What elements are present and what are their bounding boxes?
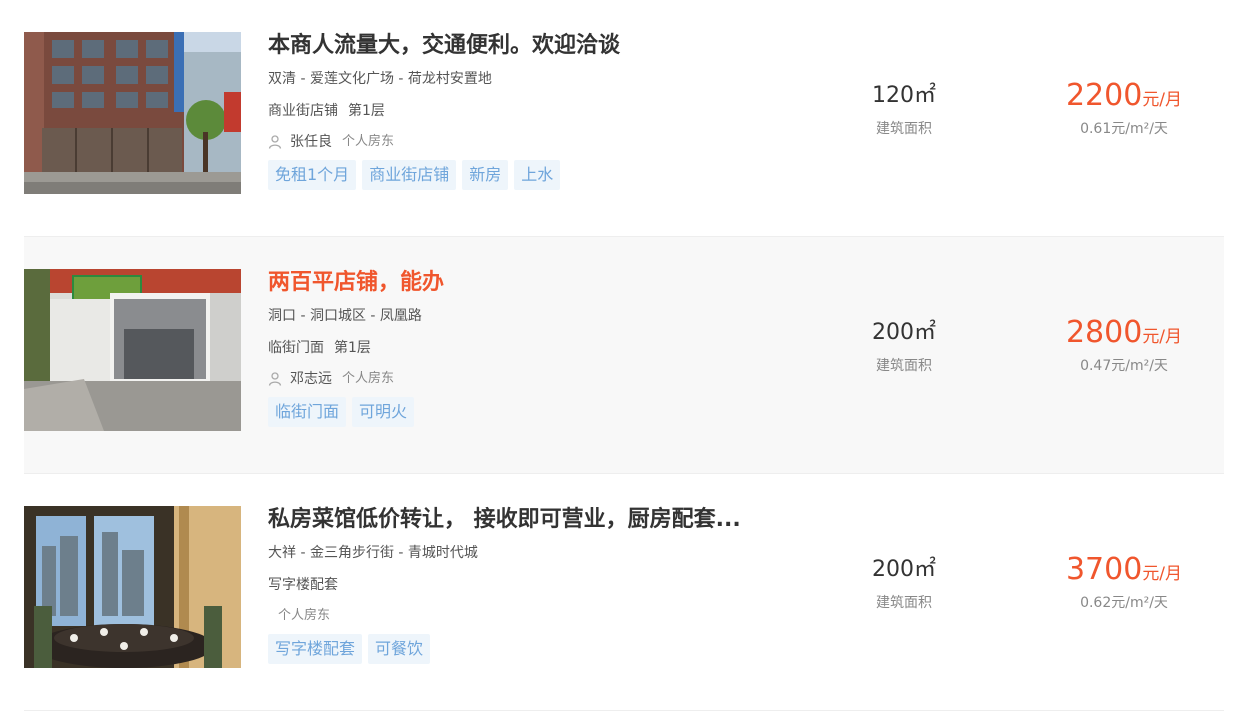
price-amount: 2800 <box>1065 315 1143 350</box>
area-value: 200㎡ <box>872 320 936 345</box>
area-value: 120㎡ <box>872 83 936 108</box>
tag: 免租1个月 <box>268 160 357 190</box>
listing-photo-storefront[interactable] <box>24 269 241 431</box>
listing-address[interactable]: 大祥 - 金三角步行街 - 青城时代城 <box>268 543 828 563</box>
listing-item[interactable]: 两百平店铺，能办 洞口 - 洞口城区 - 凤凰路 临街门面 第1层 邓志远 个人房… <box>24 237 1224 474</box>
price-amount: 3700 <box>1065 552 1143 587</box>
area-block: 200㎡ 建筑面积 <box>844 319 964 375</box>
listing-owner: 张任良 个人房东 <box>268 132 828 152</box>
listing-item[interactable]: 本商人流量大，交通便利。欢迎洽谈 双清 - 爱莲文化广场 - 荷龙村安置地 商业… <box>24 0 1224 237</box>
shop-type: 商业街店铺 <box>268 103 338 119</box>
tag: 新房 <box>462 160 509 190</box>
listing-title[interactable]: 本商人流量大，交通便利。欢迎洽谈 <box>268 30 758 62</box>
floor: 第1层 <box>348 103 385 119</box>
unit-price: 0.61元/m²/天 <box>1080 121 1168 137</box>
owner-type: 个人房东 <box>278 608 331 623</box>
area-block: 200㎡ 建筑面积 <box>844 556 964 612</box>
listing-type: 写字楼配套 <box>268 575 828 595</box>
unit-price: 0.62元/m²/天 <box>1080 595 1168 611</box>
tag: 可明火 <box>352 397 415 427</box>
price-block: 3700元/月 0.62元/m²/天 <box>1034 550 1214 612</box>
tag-list: 临街门面 可明火 <box>268 397 828 427</box>
area-block: 120㎡ 建筑面积 <box>844 82 964 138</box>
area-label: 建筑面积 <box>876 121 932 137</box>
listing-title[interactable]: 私房菜馆低价转让， 接收即可营业，厨房配套... <box>268 504 758 536</box>
listing-info: 本商人流量大，交通便利。欢迎洽谈 双清 - 爱莲文化广场 - 荷龙村安置地 商业… <box>268 30 828 190</box>
tag: 可餐饮 <box>368 634 431 664</box>
owner-type: 个人房东 <box>342 371 395 386</box>
tag-list: 免租1个月 商业街店铺 新房 上水 <box>268 160 828 190</box>
person-icon <box>268 372 282 386</box>
owner-name: 邓志远 <box>290 371 332 387</box>
tag: 商业街店铺 <box>362 160 457 190</box>
person-icon <box>268 135 282 149</box>
listing-address[interactable]: 洞口 - 洞口城区 - 凤凰路 <box>268 306 828 326</box>
tag-list: 写字楼配套 可餐饮 <box>268 634 828 664</box>
listing-owner: 个人房东 <box>268 606 828 626</box>
tag: 上水 <box>514 160 561 190</box>
price-block: 2200元/月 0.61元/m²/天 <box>1034 76 1214 138</box>
listing-photo-building[interactable] <box>24 32 241 194</box>
price-amount: 2200 <box>1065 78 1143 113</box>
listing-type: 商业街店铺 第1层 <box>268 101 828 121</box>
owner-name: 张任良 <box>290 134 332 150</box>
shop-type: 写字楼配套 <box>268 577 338 593</box>
listing-list: 本商人流量大，交通便利。欢迎洽谈 双清 - 爱莲文化广场 - 荷龙村安置地 商业… <box>24 0 1224 711</box>
shop-type: 临街门面 <box>268 340 324 356</box>
listing-photo-restaurant[interactable] <box>24 506 241 668</box>
tag: 写字楼配套 <box>268 634 363 664</box>
area-value: 200㎡ <box>872 557 936 582</box>
price-unit: 元/月 <box>1142 564 1183 584</box>
price-unit: 元/月 <box>1142 327 1183 347</box>
listing-info: 两百平店铺，能办 洞口 - 洞口城区 - 凤凰路 临街门面 第1层 邓志远 个人房… <box>268 267 828 427</box>
area-label: 建筑面积 <box>876 358 932 374</box>
listing-item[interactable]: 私房菜馆低价转让， 接收即可营业，厨房配套... 大祥 - 金三角步行街 - 青… <box>24 474 1224 711</box>
price-block: 2800元/月 0.47元/m²/天 <box>1034 313 1214 375</box>
owner-type: 个人房东 <box>342 134 395 149</box>
tag: 临街门面 <box>268 397 347 427</box>
listing-info: 私房菜馆低价转让， 接收即可营业，厨房配套... 大祥 - 金三角步行街 - 青… <box>268 504 828 664</box>
unit-price: 0.47元/m²/天 <box>1080 358 1168 374</box>
listing-address[interactable]: 双清 - 爱莲文化广场 - 荷龙村安置地 <box>268 69 828 89</box>
listing-owner: 邓志远 个人房东 <box>268 369 828 389</box>
floor: 第1层 <box>334 340 371 356</box>
price-unit: 元/月 <box>1142 90 1183 110</box>
area-label: 建筑面积 <box>876 595 932 611</box>
listing-type: 临街门面 第1层 <box>268 338 828 358</box>
listing-title[interactable]: 两百平店铺，能办 <box>268 267 758 299</box>
